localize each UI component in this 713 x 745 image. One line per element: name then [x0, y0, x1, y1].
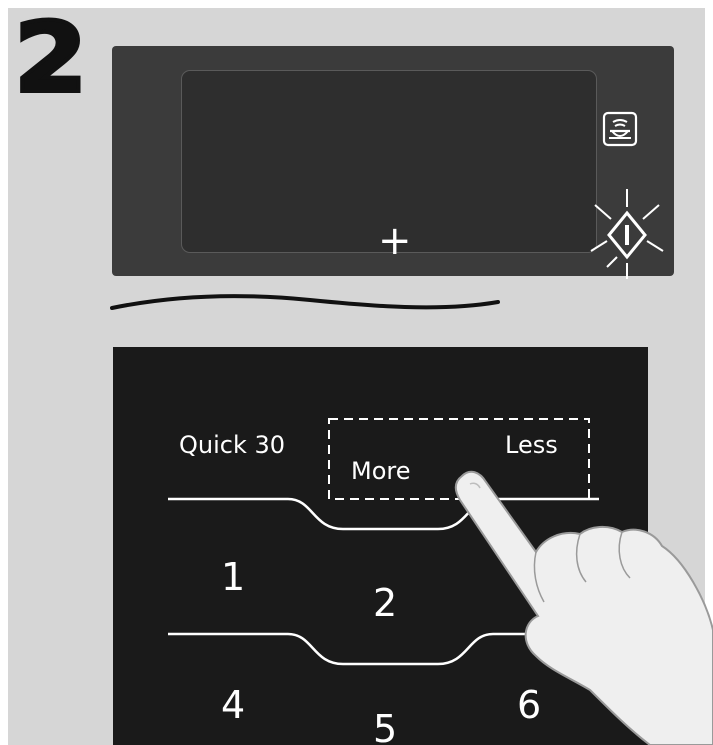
- key-1[interactable]: 1: [221, 557, 245, 597]
- key-4[interactable]: 4: [221, 685, 245, 725]
- pointing-hand-icon: [454, 470, 713, 745]
- oven-display-panel: +: [112, 46, 674, 279]
- panel-break-line: [110, 294, 500, 310]
- key-2[interactable]: 2: [373, 583, 397, 623]
- step-number: 2: [12, 2, 90, 114]
- start-button-icon[interactable]: [587, 187, 667, 283]
- key-5[interactable]: 5: [373, 709, 397, 745]
- more-button[interactable]: More: [351, 457, 411, 485]
- plus-icon[interactable]: +: [378, 221, 412, 261]
- quick-30-button[interactable]: Quick 30: [179, 431, 285, 459]
- less-button[interactable]: Less: [505, 431, 558, 459]
- sensor-cook-icon[interactable]: [602, 111, 638, 147]
- display-window: +: [181, 70, 664, 279]
